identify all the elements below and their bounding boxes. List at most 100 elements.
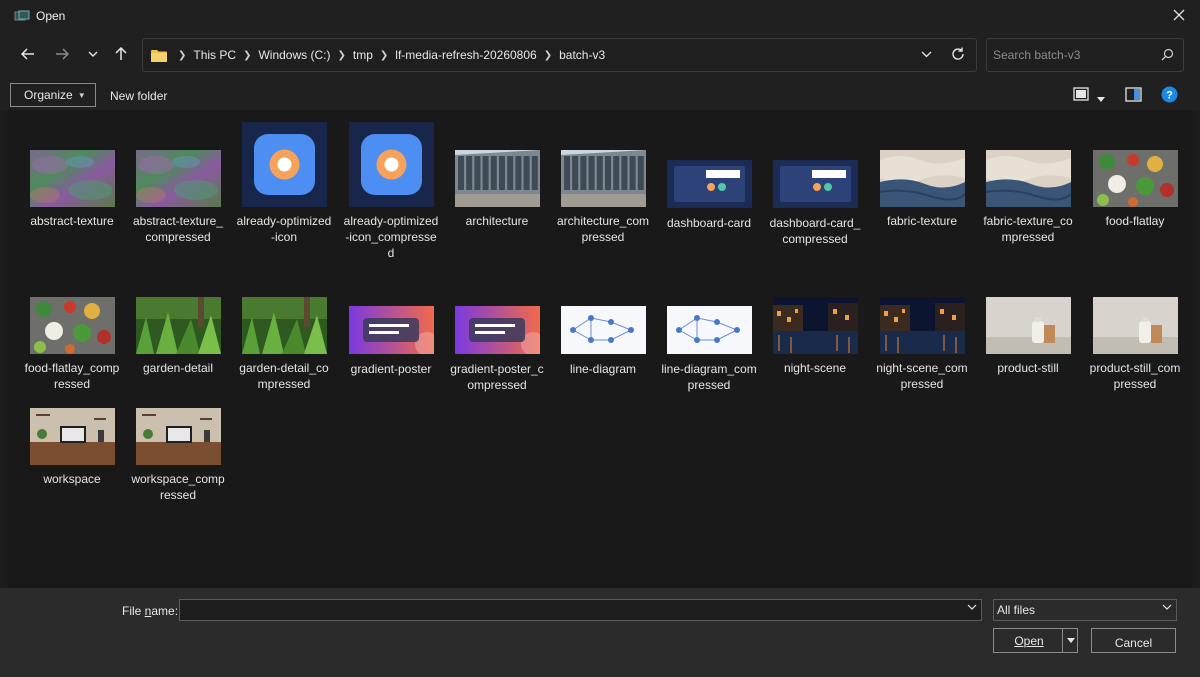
- file-name-label: abstract-texture_compressed: [132, 214, 224, 244]
- address-history-dropdown[interactable]: [921, 47, 932, 61]
- file-name-label: garden-detail: [142, 361, 214, 375]
- organize-label: Organize: [24, 88, 73, 102]
- arrow-left-icon: [21, 48, 34, 60]
- file-item[interactable]: product-still: [980, 269, 1076, 376]
- chevron-down-icon[interactable]: [967, 604, 977, 611]
- caret-down-icon[interactable]: [1066, 633, 1076, 647]
- breadcrumb-separator[interactable]: ❯: [243, 50, 251, 61]
- file-item[interactable]: food-flatlay: [1087, 122, 1183, 229]
- organize-button[interactable]: Organize ▼: [10, 83, 96, 107]
- file-thumbnail: [560, 306, 646, 354]
- arrow-up-icon: [115, 47, 127, 60]
- file-thumbnail: [985, 297, 1071, 354]
- file-item[interactable]: fabric-texture: [874, 122, 970, 229]
- search-input[interactable]: [993, 47, 1153, 63]
- file-thumbnail: [879, 150, 965, 207]
- breadcrumb-batch-v3[interactable]: batch-v3: [559, 48, 605, 62]
- file-name-label: File name:: [122, 604, 179, 618]
- file-item[interactable]: garden-detail: [130, 269, 226, 376]
- svg-text:?: ?: [1166, 90, 1173, 102]
- file-thumbnail: [241, 122, 327, 207]
- breadcrumb-separator[interactable]: ❯: [544, 50, 552, 61]
- file-item[interactable]: line-diagram_compressed: [661, 269, 757, 393]
- file-name-label: architecture: [465, 214, 529, 228]
- file-item[interactable]: already-optimized-icon_compressed: [343, 122, 439, 261]
- file-type-filter[interactable]: All files: [993, 599, 1177, 621]
- file-name-label: already-optimized-icon: [236, 214, 332, 244]
- breadcrumb-separator[interactable]: ❯: [380, 50, 388, 61]
- file-item[interactable]: fabric-texture_compressed: [980, 122, 1076, 245]
- file-thumbnail: [560, 150, 646, 207]
- file-name-label: gradient-poster: [350, 362, 432, 376]
- file-item[interactable]: architecture_compressed: [555, 122, 651, 245]
- file-name-label: abstract-texture: [30, 214, 114, 228]
- file-list-view[interactable]: abstract-texture abstract-texture_compre…: [7, 110, 1193, 588]
- file-thumbnail: [1092, 297, 1178, 354]
- file-name-label: line-diagram: [569, 362, 637, 376]
- file-item[interactable]: already-optimized-icon: [236, 122, 332, 245]
- file-thumbnail: [348, 122, 434, 207]
- up-button[interactable]: [108, 41, 134, 67]
- file-thumbnail: [454, 306, 540, 354]
- breadcrumb-this-pc[interactable]: This PC: [193, 48, 236, 62]
- title-bar: Open: [0, 0, 1200, 31]
- breadcrumb-tmp[interactable]: tmp: [353, 48, 373, 62]
- breadcrumb-lf-media-refresh[interactable]: lf-media-refresh-20260806: [395, 48, 536, 62]
- file-item[interactable]: abstract-texture_compressed: [130, 122, 226, 245]
- file-item[interactable]: line-diagram: [555, 269, 651, 377]
- file-item[interactable]: dashboard-card: [661, 122, 757, 231]
- search-box[interactable]: [986, 38, 1184, 72]
- file-name-label: line-diagram_compressed: [661, 362, 757, 392]
- file-item[interactable]: workspace_compressed: [130, 400, 226, 503]
- file-item[interactable]: night-scene_compressed: [874, 269, 970, 392]
- breadcrumb-windows-c[interactable]: Windows (C:): [258, 48, 330, 62]
- help-icon: ?: [1161, 86, 1178, 103]
- file-item[interactable]: food-flatlay_compressed: [24, 269, 120, 392]
- file-name-combobox[interactable]: [179, 599, 982, 621]
- refresh-button[interactable]: [950, 46, 966, 65]
- view-icon: [1073, 87, 1089, 101]
- caret-down-icon: [1097, 97, 1105, 102]
- navigation-bar: ❯ This PC ❯ Windows (C:) ❯ tmp ❯ lf-medi…: [0, 31, 1200, 79]
- file-name-input[interactable]: [180, 600, 960, 620]
- file-name-label: night-scene_compressed: [876, 361, 968, 391]
- search-icon[interactable]: [1161, 48, 1174, 61]
- back-button[interactable]: [15, 41, 41, 67]
- refresh-icon: [952, 47, 964, 60]
- file-type-value: All files: [997, 603, 1036, 617]
- view-options-button[interactable]: [1097, 91, 1105, 105]
- preview-pane-button[interactable]: [1125, 87, 1142, 105]
- open-button[interactable]: Open: [993, 628, 1078, 653]
- command-bar: Organize ▼ New folder ?: [0, 79, 1200, 110]
- address-bar[interactable]: ❯ This PC ❯ Windows (C:) ❯ tmp ❯ lf-medi…: [142, 38, 977, 72]
- file-item[interactable]: abstract-texture: [24, 122, 120, 229]
- forward-button[interactable]: [49, 41, 75, 67]
- breadcrumb-separator: ❯: [178, 49, 187, 61]
- file-thumbnail: [879, 297, 965, 354]
- file-item[interactable]: night-scene: [767, 269, 863, 376]
- file-thumbnail: [29, 150, 115, 207]
- cancel-button[interactable]: Cancel: [1091, 628, 1176, 653]
- recent-locations-button[interactable]: [80, 41, 106, 67]
- file-name-label: food-flatlay: [1105, 214, 1165, 228]
- file-item[interactable]: product-still_compressed: [1087, 269, 1183, 392]
- file-thumbnail: [454, 150, 540, 207]
- new-folder-button[interactable]: New folder: [110, 89, 167, 103]
- file-thumbnail: [135, 408, 221, 465]
- file-item[interactable]: garden-detail_compressed: [236, 269, 332, 392]
- file-thumbnail: [1092, 150, 1178, 207]
- app-icon: [14, 10, 30, 20]
- file-item[interactable]: dashboard-card_compressed: [767, 122, 863, 247]
- split-divider: [1062, 629, 1063, 652]
- file-item[interactable]: gradient-poster: [343, 269, 439, 377]
- file-item[interactable]: workspace: [24, 400, 120, 487]
- close-button[interactable]: [1168, 4, 1190, 26]
- help-button[interactable]: ?: [1161, 86, 1178, 106]
- file-name-label: dashboard-card: [666, 216, 752, 230]
- change-view-button[interactable]: [1073, 87, 1089, 104]
- file-item[interactable]: gradient-poster_compressed: [449, 269, 545, 393]
- file-thumbnail: [666, 306, 752, 354]
- file-name-label: product-still: [997, 361, 1059, 375]
- file-item[interactable]: architecture: [449, 122, 545, 229]
- breadcrumb-separator[interactable]: ❯: [337, 50, 345, 61]
